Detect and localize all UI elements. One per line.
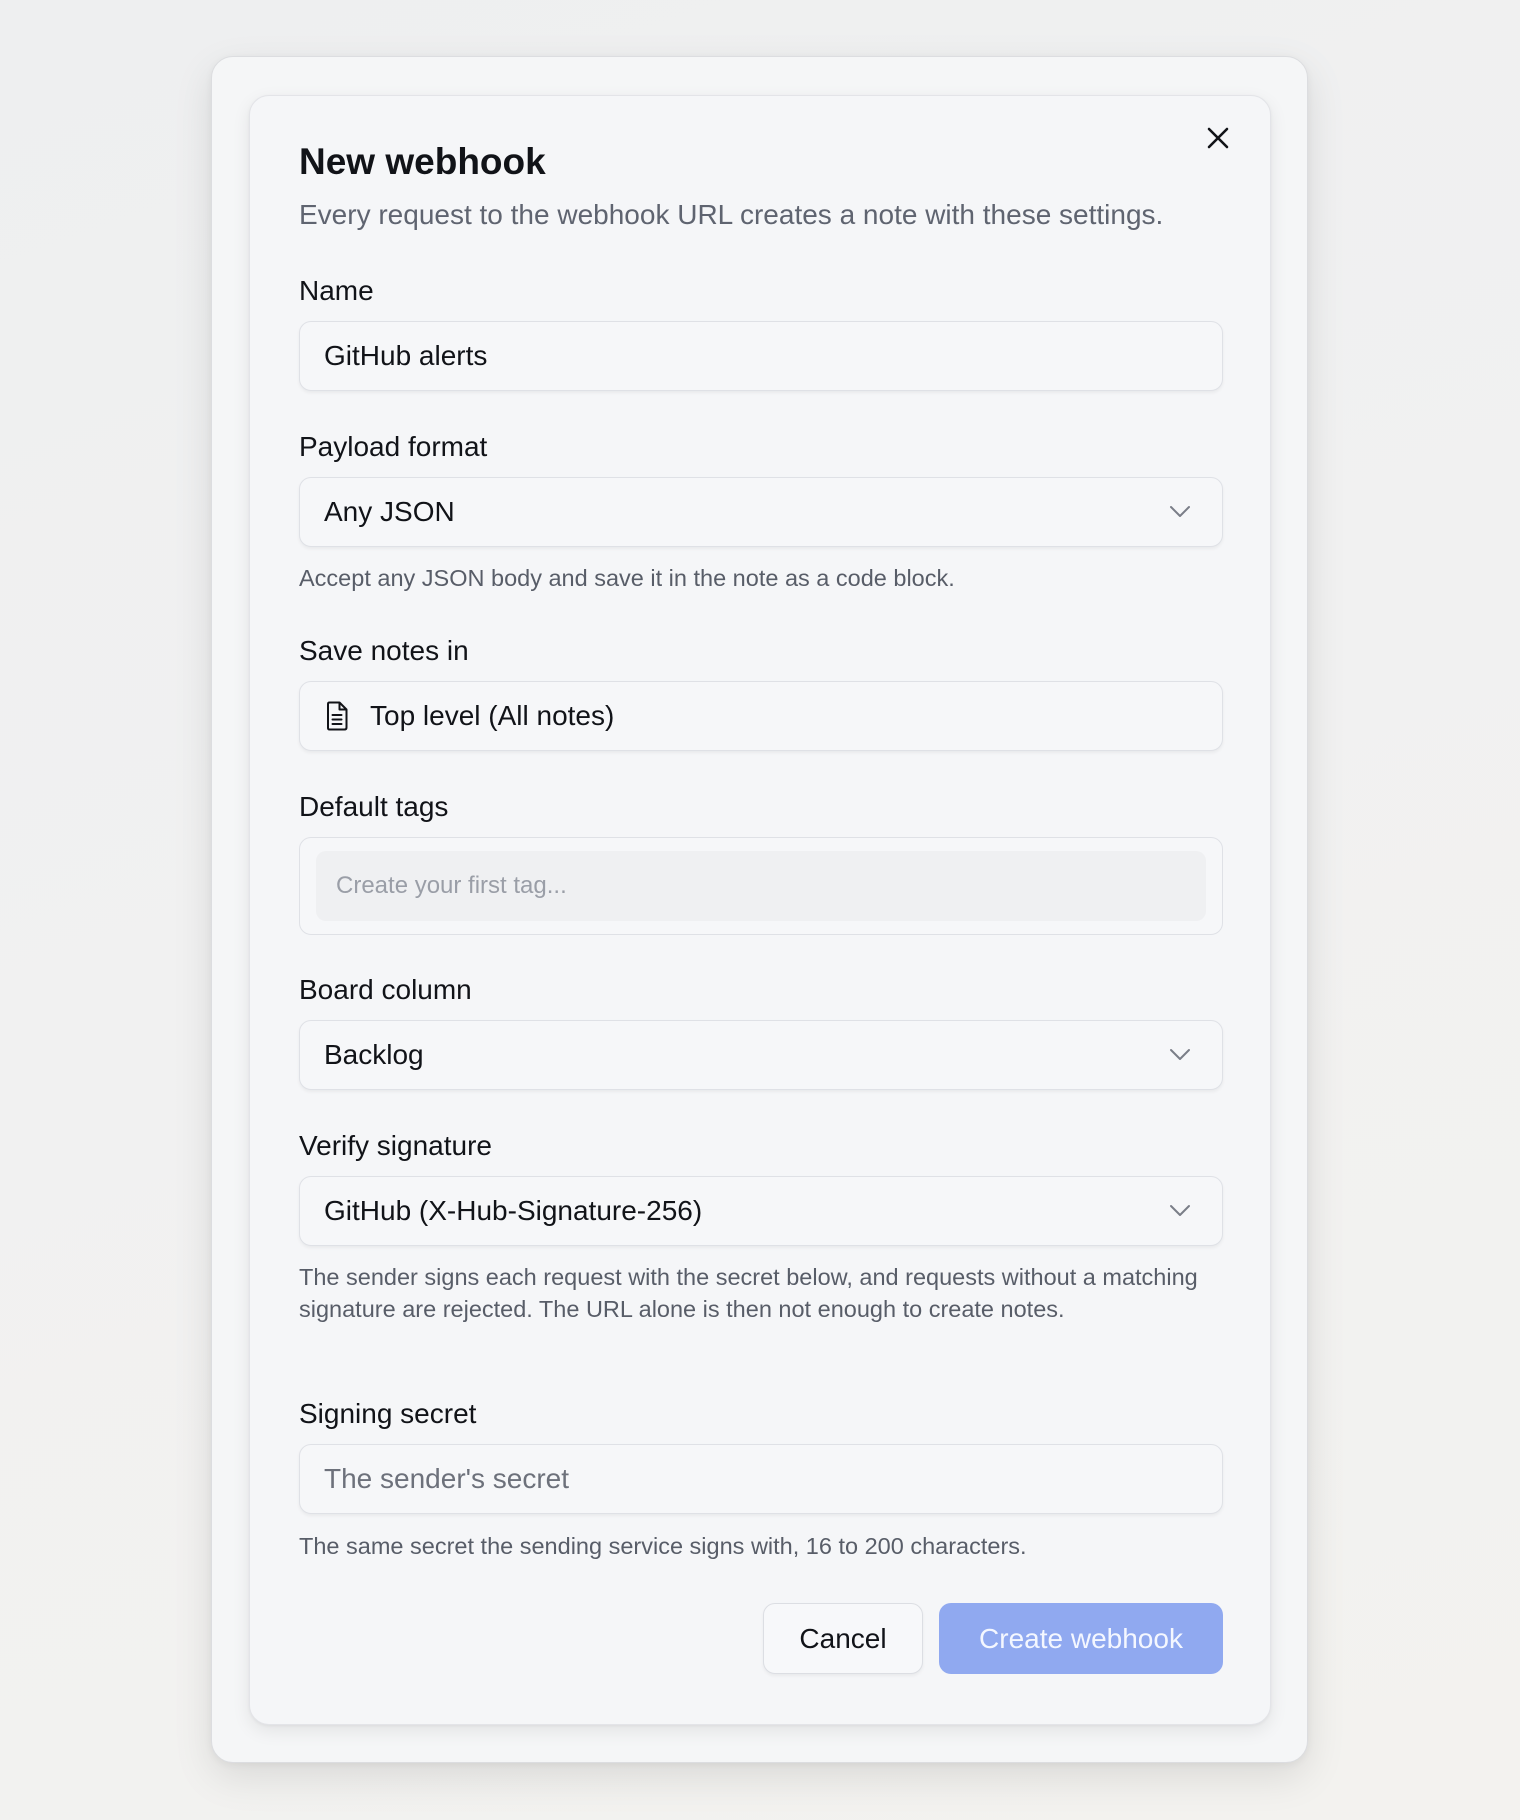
chevron-down-icon <box>1168 1043 1192 1067</box>
name-label: Name <box>299 275 374 306</box>
signing-secret-input[interactable] <box>324 1463 1198 1495</box>
save-notes-in-label: Save notes in <box>299 635 469 666</box>
signing-secret-help: The same secret the sending service sign… <box>299 1533 1027 1559</box>
close-icon <box>1207 127 1229 149</box>
signing-secret-label: Signing secret <box>299 1398 477 1429</box>
payload-format-select[interactable]: Any JSON <box>299 477 1223 547</box>
new-webhook-dialog: New webhook Every request to the webhook… <box>249 95 1271 1725</box>
save-notes-in-picker[interactable]: Top level (All notes) <box>299 681 1223 751</box>
board-column-value: Backlog <box>324 1039 424 1070</box>
cancel-button[interactable]: Cancel <box>763 1603 923 1674</box>
dialog-subtitle: Every request to the webhook URL creates… <box>299 199 1164 230</box>
dialog-title: New webhook <box>299 141 546 182</box>
chevron-down-icon <box>1168 500 1192 524</box>
save-notes-in-value: Top level (All notes) <box>370 700 615 731</box>
name-input[interactable] <box>324 340 1198 372</box>
payload-format-value: Any JSON <box>324 496 455 527</box>
document-icon <box>324 700 350 732</box>
verify-signature-select[interactable]: GitHub (X-Hub-Signature-256) <box>299 1176 1223 1246</box>
create-webhook-button[interactable]: Create webhook <box>939 1603 1223 1674</box>
default-tags-label: Default tags <box>299 791 449 822</box>
close-button[interactable] <box>1198 118 1238 158</box>
signing-secret-field[interactable] <box>299 1444 1223 1514</box>
tag-input[interactable] <box>336 872 1186 900</box>
verify-signature-value: GitHub (X-Hub-Signature-256) <box>324 1195 703 1226</box>
board-column-select[interactable]: Backlog <box>299 1020 1223 1090</box>
verify-signature-help: The sender signs each request with the s… <box>299 1264 1198 1322</box>
payload-format-label: Payload format <box>299 431 488 462</box>
tag-input-wrapper <box>316 851 1206 921</box>
payload-format-help: Accept any JSON body and save it in the … <box>299 565 955 591</box>
default-tags-field[interactable] <box>299 837 1223 935</box>
name-field[interactable] <box>299 321 1223 391</box>
verify-signature-label: Verify signature <box>299 1130 492 1161</box>
board-column-label: Board column <box>299 974 472 1005</box>
chevron-down-icon <box>1168 1199 1192 1223</box>
